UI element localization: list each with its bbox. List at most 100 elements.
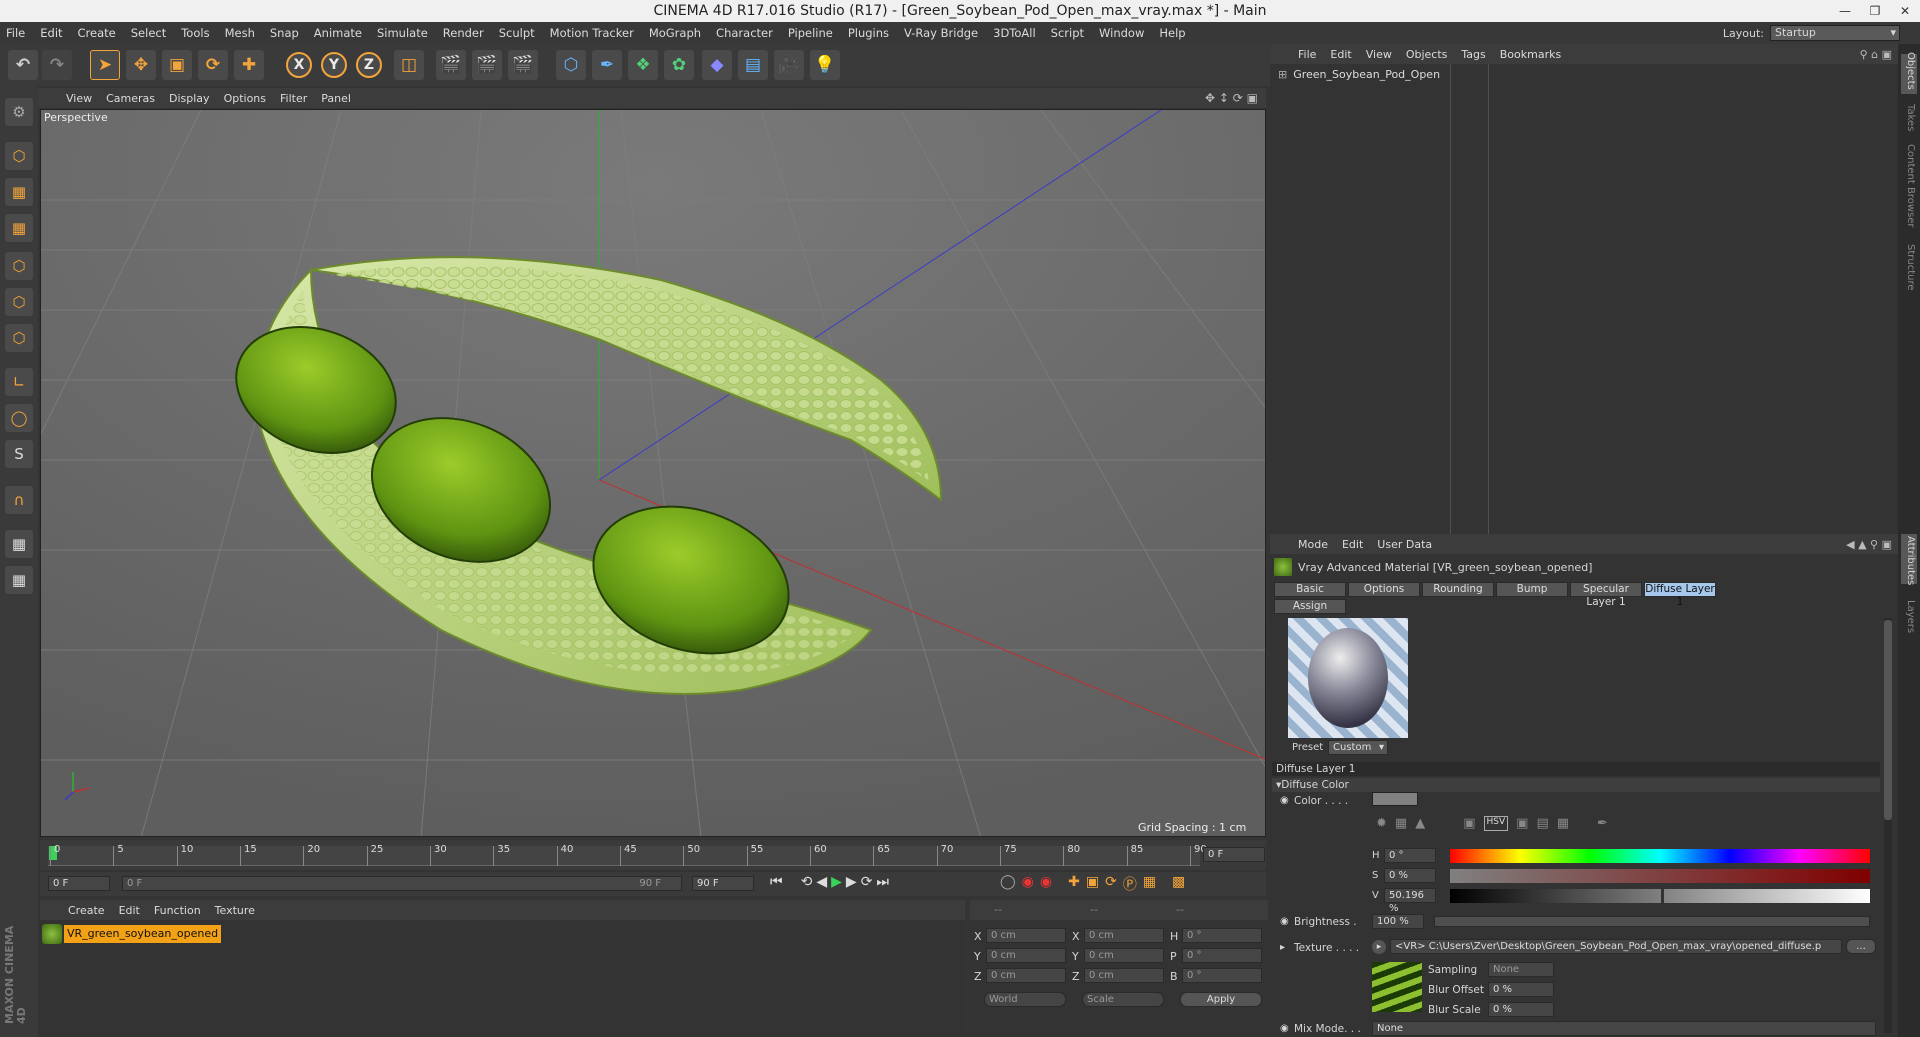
key-parameter-button[interactable]: Ⓟ: [1123, 874, 1137, 894]
menu-animate[interactable]: Animate: [314, 26, 362, 40]
mix-mode-dropdown[interactable]: None: [1372, 1021, 1876, 1036]
saturation-field[interactable]: 0 %: [1384, 868, 1436, 883]
rotation-b-field[interactable]: 0 °: [1182, 968, 1262, 983]
coordinate-system-button[interactable]: ◫: [394, 50, 424, 80]
spectrum-icon[interactable]: ▦: [1395, 816, 1407, 831]
texture-menu-button[interactable]: ▸: [1372, 940, 1386, 954]
move-tool-button[interactable]: ✥: [126, 50, 156, 80]
axis-mode-button[interactable]: ∟: [5, 368, 33, 396]
attribute-menu-mode[interactable]: Mode: [1298, 538, 1328, 551]
prev-frame-button[interactable]: ◀: [816, 874, 827, 890]
attribute-menu-user-data[interactable]: User Data: [1377, 538, 1432, 551]
brightness-slider[interactable]: [1434, 916, 1870, 927]
scale-tool-button[interactable]: ▣: [162, 50, 192, 80]
attribute-menu-edit[interactable]: Edit: [1342, 538, 1363, 551]
tab-basic[interactable]: Basic: [1274, 582, 1346, 597]
position-z-field[interactable]: 0 cm: [986, 968, 1066, 983]
brightness-radio-icon[interactable]: ◉: [1280, 916, 1289, 927]
timeline-window-button[interactable]: ▩: [1172, 874, 1185, 894]
menu-mograph[interactable]: MoGraph: [649, 26, 701, 40]
rotate-tool-button[interactable]: ⟳: [198, 50, 228, 80]
points-mode-button[interactable]: ⬡: [5, 252, 33, 280]
play-button[interactable]: ▶: [831, 874, 842, 890]
key-scale-button[interactable]: ▣: [1086, 874, 1099, 894]
edges-mode-button[interactable]: ⬡: [5, 288, 33, 316]
size-z-field[interactable]: 0 cm: [1084, 968, 1164, 983]
render-settings-button[interactable]: 🎬: [508, 50, 538, 80]
next-key-button[interactable]: ⟳: [861, 874, 873, 890]
object-menu-file[interactable]: File: [1298, 48, 1316, 61]
menu-sculpt[interactable]: Sculpt: [499, 26, 535, 40]
array-button[interactable]: ✿: [664, 50, 694, 80]
go-to-end-button[interactable]: ⏭: [876, 874, 889, 890]
menu-file[interactable]: File: [6, 26, 25, 40]
start-frame-field[interactable]: 0 F: [48, 876, 110, 891]
material-menu-function[interactable]: Function: [154, 904, 201, 917]
material-menu-create[interactable]: Create: [68, 904, 105, 917]
saturation-slider[interactable]: [1450, 869, 1870, 883]
tab-structure[interactable]: Structure: [1905, 244, 1916, 291]
auto-key-button[interactable]: ◉: [1040, 874, 1052, 894]
color-wheel-icon[interactable]: ✹: [1376, 816, 1387, 831]
value-field[interactable]: 50.196 %: [1384, 888, 1436, 914]
render-view-button[interactable]: 🎬: [436, 50, 466, 80]
tab-assign[interactable]: Assign: [1274, 599, 1346, 614]
light-button[interactable]: 💡: [810, 50, 840, 80]
texture-mode-button[interactable]: ▦: [5, 178, 33, 206]
record-key-button[interactable]: ◉: [1022, 874, 1034, 894]
current-frame-field[interactable]: 0 F: [1203, 847, 1265, 862]
end-frame-field[interactable]: 90 F: [692, 876, 754, 891]
menu-help[interactable]: Help: [1159, 26, 1185, 40]
tab-options[interactable]: Options: [1348, 582, 1420, 597]
mixmode-radio-icon[interactable]: ◉: [1280, 1023, 1289, 1034]
menu-vray-bridge[interactable]: V-Ray Bridge: [904, 26, 978, 40]
blur-scale-field[interactable]: 0 %: [1488, 1002, 1554, 1017]
z-axis-lock-button[interactable]: Z: [356, 52, 382, 78]
menu-character[interactable]: Character: [716, 26, 773, 40]
close-button[interactable]: ✕: [1890, 0, 1920, 22]
tab-layers[interactable]: Layers: [1905, 600, 1916, 633]
perspective-viewport[interactable]: [40, 109, 1266, 837]
render-to-picture-viewer-button[interactable]: 🎬: [472, 50, 502, 80]
key-rotation-button[interactable]: ⟳: [1105, 874, 1117, 894]
coordinate-mode-dropdown[interactable]: World: [984, 992, 1066, 1007]
magnet-button[interactable]: ∩: [5, 486, 33, 514]
material-name[interactable]: VR_green_soybean_opened: [64, 925, 222, 943]
menu-tools[interactable]: Tools: [181, 26, 209, 40]
object-menu-bookmarks[interactable]: Bookmarks: [1500, 48, 1561, 61]
floor-button[interactable]: ▤: [738, 50, 768, 80]
object-menu-view[interactable]: View: [1366, 48, 1392, 61]
menu-pipeline[interactable]: Pipeline: [788, 26, 833, 40]
menu-simulate[interactable]: Simulate: [377, 26, 428, 40]
scrollbar-thumb[interactable]: [1884, 620, 1892, 820]
workplane-button[interactable]: ▦: [5, 566, 33, 594]
viewport-menu-panel[interactable]: Panel: [321, 92, 351, 105]
material-menu-texture[interactable]: Texture: [215, 904, 255, 917]
hsv-icon[interactable]: HSV: [1483, 816, 1509, 831]
color-swatch[interactable]: [1372, 792, 1418, 806]
menu-render[interactable]: Render: [443, 26, 484, 40]
frame-range-slider[interactable]: 0 F 90 F: [122, 876, 682, 891]
pen-spline-button[interactable]: ✒: [592, 50, 622, 80]
motion-record-button[interactable]: ◯: [1000, 874, 1016, 894]
polygons-mode-button[interactable]: ⬡: [5, 324, 33, 352]
tab-objects[interactable]: Objects: [1905, 52, 1916, 90]
viewport-menu-filter[interactable]: Filter: [280, 92, 307, 105]
menu-window[interactable]: Window: [1099, 26, 1144, 40]
tab-takes[interactable]: Takes: [1905, 104, 1916, 131]
kelvin-icon[interactable]: ▣: [1516, 816, 1528, 831]
object-manager-search-icon[interactable]: ⚲ ⌂ ▣: [1860, 48, 1892, 61]
attribute-scrollbar[interactable]: [1884, 618, 1892, 1033]
brightness-field[interactable]: 100 %: [1372, 914, 1424, 929]
blur-offset-field[interactable]: 0 %: [1488, 982, 1554, 997]
tweak-mode-button[interactable]: ◯: [5, 404, 33, 432]
size-x-field[interactable]: 0 cm: [1084, 928, 1164, 943]
restore-button[interactable]: ❐: [1860, 0, 1890, 22]
rotation-h-field[interactable]: 0 °: [1182, 928, 1262, 943]
value-slider-handle[interactable]: [1661, 889, 1664, 903]
value-slider[interactable]: [1450, 889, 1870, 903]
snap-button[interactable]: S: [5, 440, 33, 468]
size-mode-dropdown[interactable]: Scale: [1082, 992, 1164, 1007]
redo-button[interactable]: ↷: [42, 50, 72, 80]
viewport-nav-icons[interactable]: ✥ ↕ ⟳ ▣: [1205, 91, 1258, 105]
